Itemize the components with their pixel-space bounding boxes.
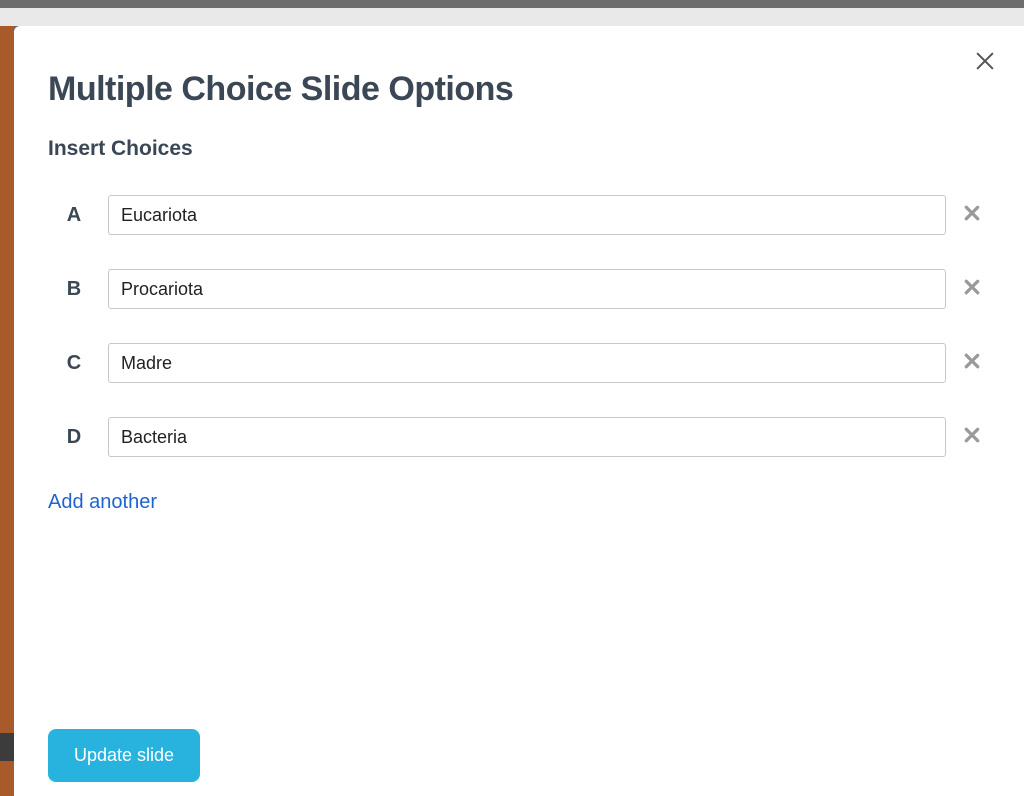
choice-letter: B (48, 278, 108, 301)
choice-letter: C (48, 352, 108, 375)
choice-row-d: D (48, 417, 990, 457)
choice-row-b: B (48, 269, 990, 309)
modal-inner: Multiple Choice Slide Options Insert Cho… (14, 26, 1024, 796)
remove-choice-icon[interactable] (946, 348, 990, 379)
backdrop-left-bottom (0, 733, 14, 761)
backdrop-left (0, 26, 14, 796)
choice-letter: A (48, 204, 108, 227)
modal-title: Multiple Choice Slide Options (48, 70, 990, 109)
choice-input-c[interactable] (108, 343, 946, 383)
choice-row-c: C (48, 343, 990, 383)
modal: Multiple Choice Slide Options Insert Cho… (14, 26, 1024, 796)
backdrop-top (0, 0, 1024, 8)
remove-choice-icon[interactable] (946, 274, 990, 305)
choice-input-d[interactable] (108, 417, 946, 457)
choice-input-b[interactable] (108, 269, 946, 309)
remove-choice-icon[interactable] (946, 422, 990, 453)
backdrop-strip (0, 8, 1024, 26)
choice-input-a[interactable] (108, 195, 946, 235)
choice-row-a: A (48, 195, 990, 235)
add-another-link[interactable]: Add another (48, 491, 157, 514)
remove-choice-icon[interactable] (946, 200, 990, 231)
modal-subtitle: Insert Choices (48, 137, 990, 161)
update-slide-button[interactable]: Update slide (48, 729, 200, 782)
choice-letter: D (48, 426, 108, 449)
